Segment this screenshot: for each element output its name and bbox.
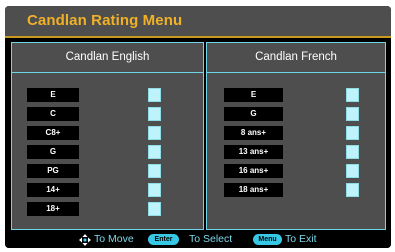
- block-checkbox[interactable]: [148, 126, 161, 140]
- block-checkbox[interactable]: [148, 183, 161, 197]
- block-checkbox[interactable]: [346, 88, 359, 102]
- rating-label: C8+: [27, 126, 79, 140]
- english-ratings-panel: Candlan English E C C8+ G PG 14+ 18+: [11, 42, 204, 230]
- menu-title: Candlan Rating Menu: [27, 12, 183, 29]
- english-rating-row[interactable]: 14+: [27, 183, 187, 197]
- block-checkbox[interactable]: [346, 126, 359, 140]
- block-checkbox[interactable]: [148, 107, 161, 121]
- menu-key-badge: Menu: [253, 234, 282, 245]
- french-panel-heading: Candlan French: [255, 51, 337, 63]
- select-hint: To Select: [189, 233, 233, 245]
- rating-label: 14+: [27, 183, 79, 197]
- exit-hint: To Exit: [285, 233, 317, 245]
- rating-label: 8 ans+: [224, 126, 283, 140]
- english-rating-row[interactable]: PG: [27, 164, 187, 178]
- four-way-arrows-icon: [79, 234, 91, 246]
- enter-key-badge: Enter: [148, 234, 179, 245]
- french-rating-row[interactable]: 18 ans+: [224, 183, 384, 197]
- french-rating-row[interactable]: 16 ans+: [224, 164, 384, 178]
- block-checkbox[interactable]: [346, 183, 359, 197]
- block-checkbox[interactable]: [346, 107, 359, 121]
- rating-menu-window: Candlan Rating Menu Candlan English E C …: [5, 6, 391, 248]
- french-rating-row[interactable]: E: [224, 88, 384, 102]
- block-checkbox[interactable]: [346, 164, 359, 178]
- english-panel-divider: [12, 72, 203, 73]
- english-rating-row[interactable]: E: [27, 88, 187, 102]
- rating-label: PG: [27, 164, 79, 178]
- help-bar: To Move Enter To Select Menu To Exit: [5, 231, 391, 248]
- block-checkbox[interactable]: [148, 164, 161, 178]
- block-checkbox[interactable]: [148, 202, 161, 216]
- move-hint: To Move: [94, 233, 134, 245]
- rating-label: E: [27, 88, 79, 102]
- french-rating-row[interactable]: 13 ans+: [224, 145, 384, 159]
- french-panel-divider: [207, 72, 385, 73]
- rating-label: G: [27, 145, 79, 159]
- french-rating-row[interactable]: 8 ans+: [224, 126, 384, 140]
- block-checkbox[interactable]: [148, 145, 161, 159]
- rating-label: E: [224, 88, 283, 102]
- block-checkbox[interactable]: [148, 88, 161, 102]
- rating-label: 13 ans+: [224, 145, 283, 159]
- title-bar: Candlan Rating Menu: [5, 6, 391, 38]
- english-panel-heading: Candlan English: [65, 51, 150, 63]
- french-ratings-panel: Candlan French E G 8 ans+ 13 ans+ 16 ans…: [206, 42, 386, 230]
- english-rating-row[interactable]: 18+: [27, 202, 187, 216]
- french-rating-row[interactable]: G: [224, 107, 384, 121]
- rating-label: 16 ans+: [224, 164, 283, 178]
- english-rating-row[interactable]: C: [27, 107, 187, 121]
- english-rating-row[interactable]: G: [27, 145, 187, 159]
- rating-label: 18 ans+: [224, 183, 283, 197]
- rating-label: 18+: [27, 202, 79, 216]
- block-checkbox[interactable]: [346, 145, 359, 159]
- rating-label: G: [224, 107, 283, 121]
- english-rating-row[interactable]: C8+: [27, 126, 187, 140]
- rating-label: C: [27, 107, 79, 121]
